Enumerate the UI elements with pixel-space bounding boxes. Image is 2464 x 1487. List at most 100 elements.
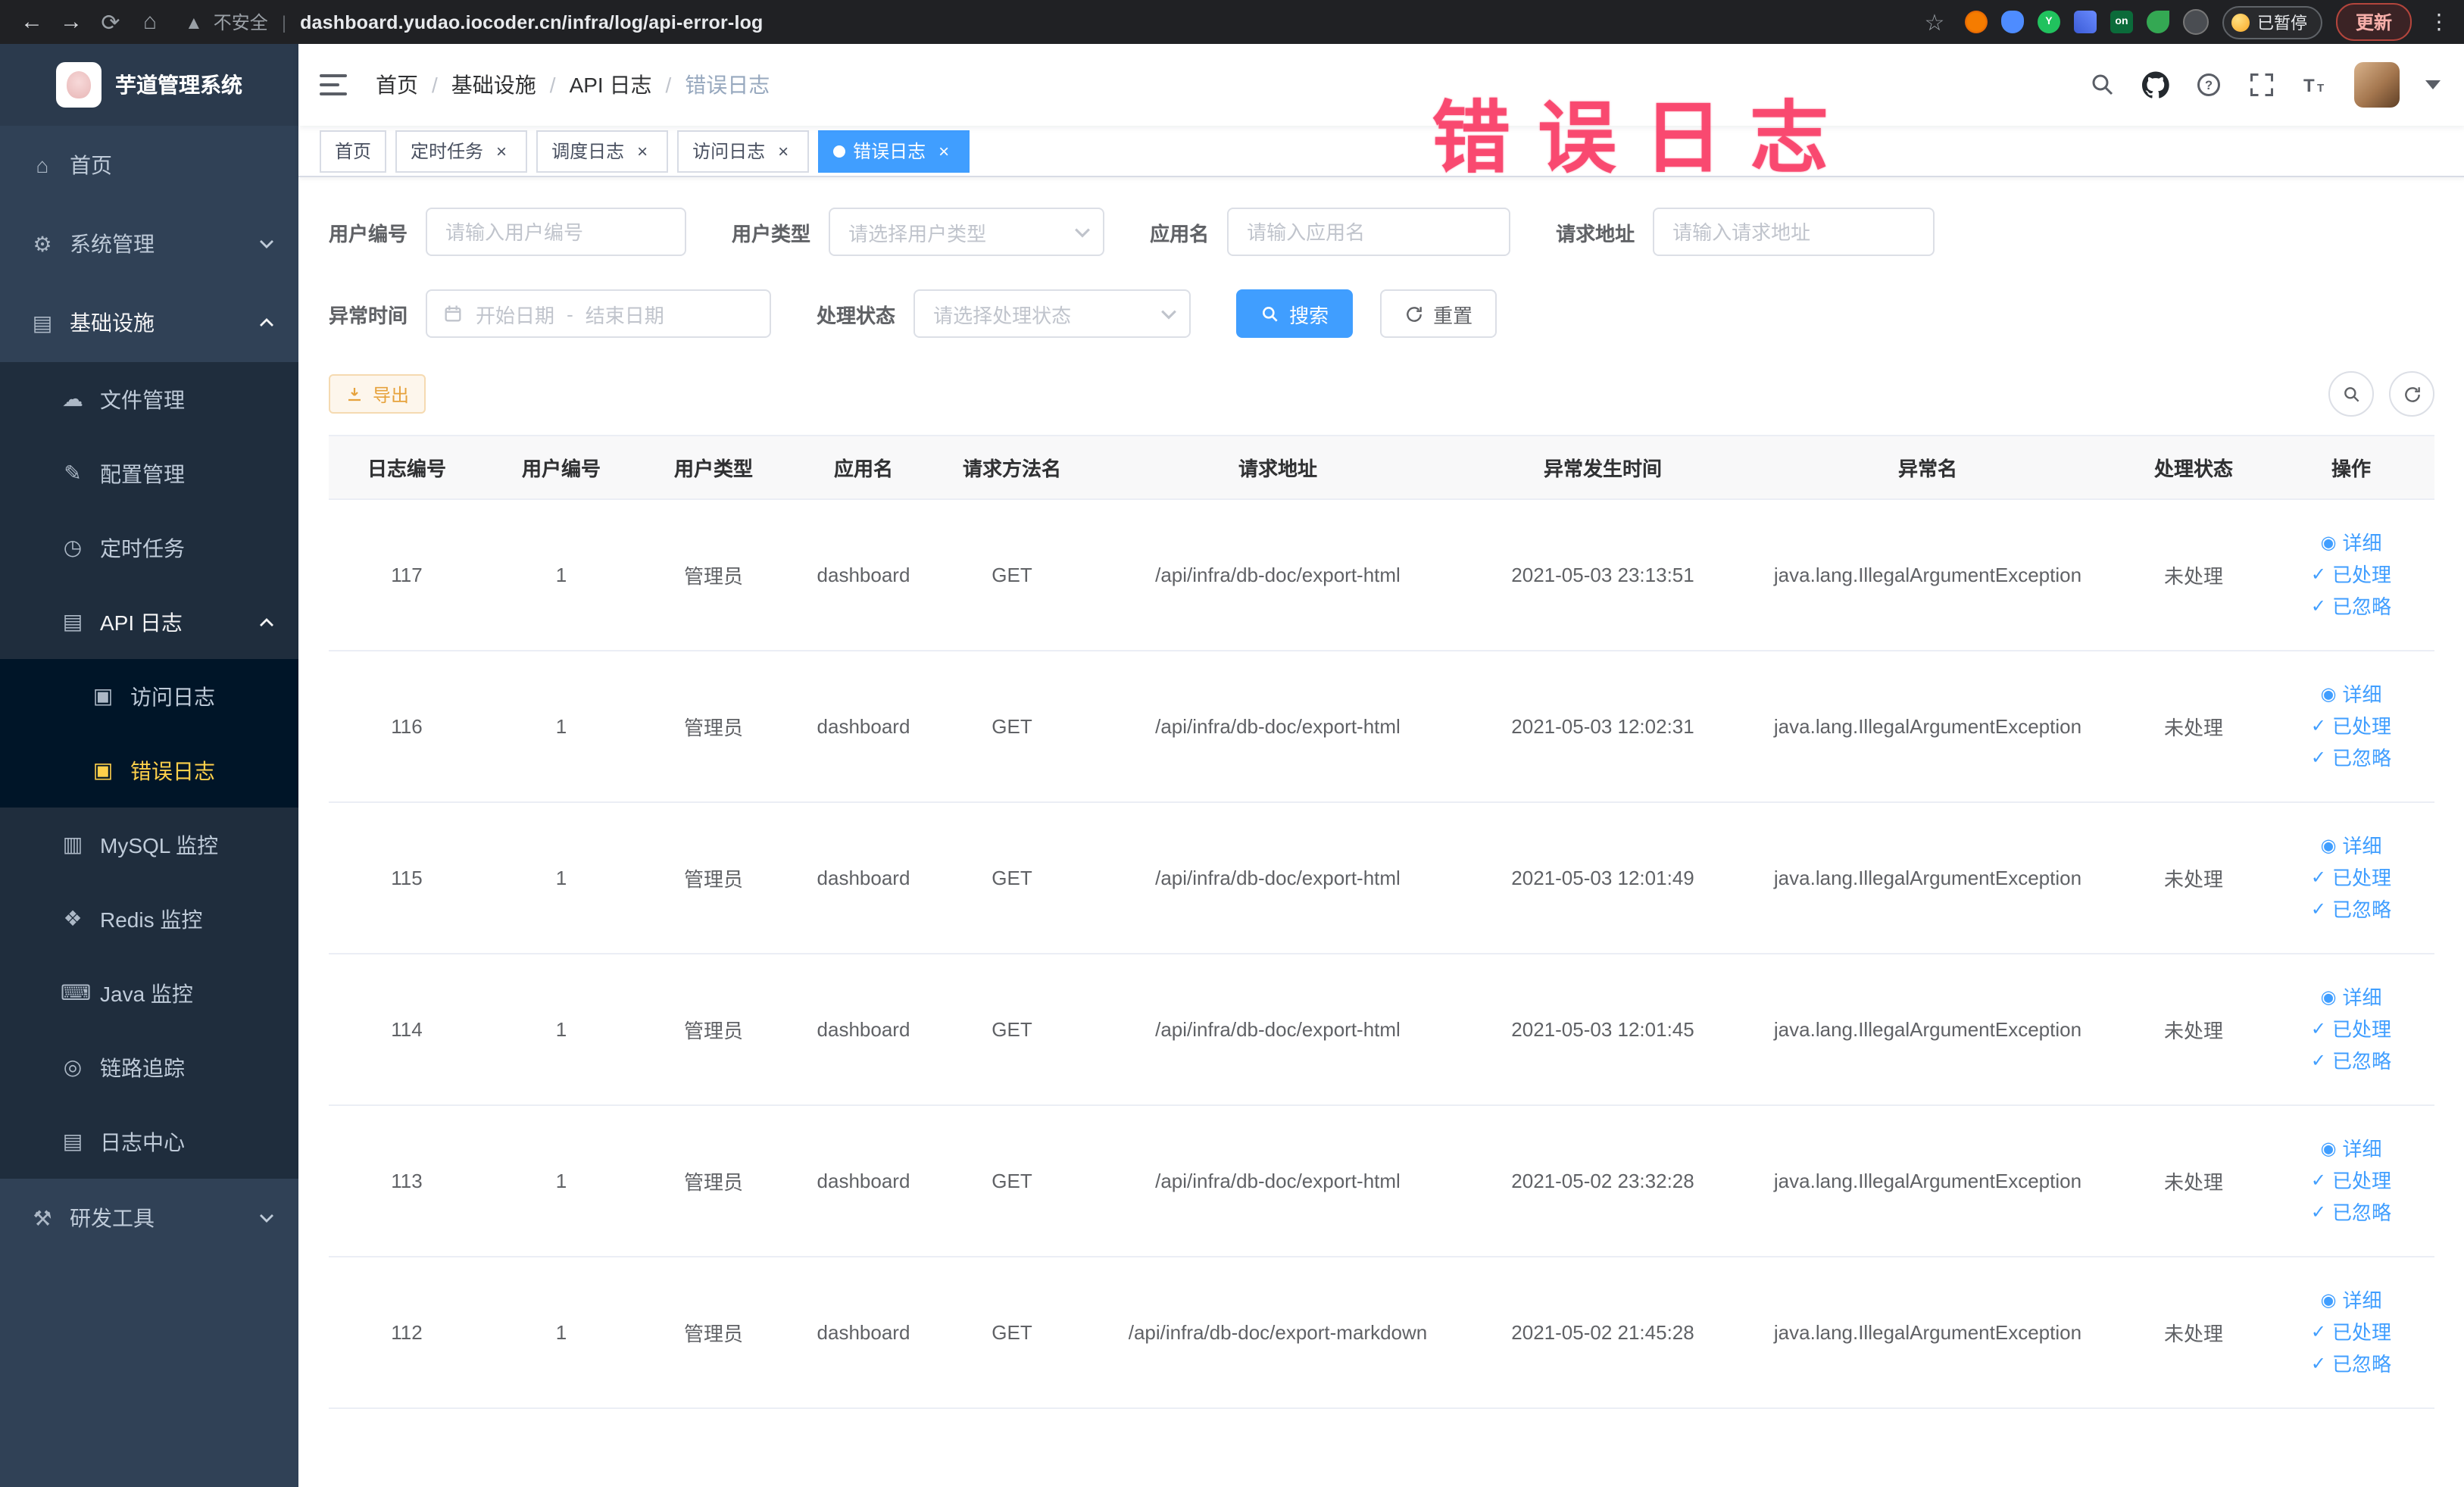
breadcrumb-home[interactable]: 首页 (376, 70, 418, 100)
update-button[interactable]: 更新 (2335, 3, 2412, 41)
address-bar[interactable]: ▲ 不安全 | dashboard.yudao.iocoder.cn/infra… (185, 9, 1912, 35)
tab-scheduled-jobs[interactable]: 定时任务 × (395, 130, 528, 172)
sidebar-item-access-log[interactable]: ▣ 访问日志 (0, 659, 298, 733)
tab-schedule-log[interactable]: 调度日志 × (536, 130, 669, 172)
sidebar-item-scheduled-jobs[interactable]: ◷ 定时任务 (0, 511, 298, 585)
cell-user-type: 管理员 (638, 954, 789, 1106)
ignored-link[interactable]: ✓ 已忽略 (2277, 894, 2425, 926)
help-icon[interactable]: ? (2195, 71, 2222, 98)
sidebar-item-java-monitor[interactable]: ⌨ Java 监控 (0, 956, 298, 1030)
close-tab-icon[interactable]: × (491, 140, 512, 161)
cell-status: 未处理 (2119, 954, 2268, 1106)
check-icon: ✓ (2310, 715, 2327, 736)
export-button[interactable]: 导出 (329, 374, 426, 414)
sidebar-item-infra[interactable]: ▤ 基础设施 (0, 283, 298, 362)
refresh-table-button[interactable] (2389, 371, 2434, 417)
sidebar-item-home[interactable]: ⌂ 首页 (0, 126, 298, 205)
hamburger-icon[interactable] (320, 70, 350, 100)
cell-status: 未处理 (2119, 499, 2268, 651)
table-row: 113 1 管理员 dashboard GET /api/infra/db-do… (329, 1105, 2434, 1257)
ignored-link[interactable]: ✓ 已忽略 (2277, 591, 2425, 623)
fullscreen-icon[interactable] (2248, 71, 2275, 98)
process-status-select[interactable]: 请选择处理状态 (913, 289, 1191, 338)
search-icon[interactable] (2089, 71, 2116, 98)
detail-link[interactable]: ◉ 详细 (2277, 527, 2425, 559)
back-icon[interactable]: ← (15, 5, 48, 39)
user-type-select[interactable]: 请选择用户类型 (829, 208, 1105, 256)
ignored-link[interactable]: ✓ 已忽略 (2277, 1197, 2425, 1229)
extension-icon[interactable] (2073, 11, 2097, 33)
sidebar-item-system[interactable]: ⚙ 系统管理 (0, 205, 298, 283)
ignored-link[interactable]: ✓ 已忽略 (2277, 1045, 2425, 1077)
home-icon[interactable]: ⌂ (133, 5, 167, 39)
breadcrumb-infra[interactable]: 基础设施 (451, 70, 536, 100)
tab-error-log[interactable]: 错误日志 × (818, 130, 970, 172)
extension-icon[interactable] (2000, 11, 2024, 33)
infra-icon: ▤ (32, 310, 53, 334)
close-tab-icon[interactable]: × (773, 140, 794, 161)
sidebar-item-tracing[interactable]: ◎ 链路追踪 (0, 1030, 298, 1104)
processed-link[interactable]: ✓ 已处理 (2277, 1165, 2425, 1197)
detail-link[interactable]: ◉ 详细 (2277, 982, 2425, 1014)
browser-menu-icon[interactable]: ⋮ (2428, 9, 2450, 35)
reset-button[interactable]: 重置 (1380, 289, 1497, 338)
reload-icon[interactable]: ⟳ (94, 5, 127, 39)
user-id-input[interactable] (426, 208, 687, 256)
app-name-input[interactable] (1227, 208, 1511, 256)
user-avatar[interactable] (2354, 62, 2400, 108)
processed-link[interactable]: ✓ 已处理 (2277, 711, 2425, 742)
forward-icon[interactable]: → (55, 5, 88, 39)
security-label: 不安全 (213, 12, 268, 33)
exception-time-range-picker[interactable]: 开始日期 - 结束日期 (426, 289, 772, 338)
processed-link[interactable]: ✓ 已处理 (2277, 1014, 2425, 1045)
end-date-placeholder: 结束日期 (585, 304, 664, 326)
table-row: 114 1 管理员 dashboard GET /api/infra/db-do… (329, 954, 2434, 1106)
tools-icon: ⚒ (33, 1205, 52, 1229)
request-url-input[interactable] (1653, 208, 1935, 256)
processed-link[interactable]: ✓ 已处理 (2277, 1317, 2425, 1348)
extension-icon[interactable] (2182, 9, 2209, 35)
ignored-link[interactable]: ✓ 已忽略 (2277, 742, 2425, 774)
close-tab-icon[interactable]: × (632, 140, 653, 161)
font-size-icon[interactable]: TT (2301, 71, 2328, 98)
detail-link[interactable]: ◉ 详细 (2277, 679, 2425, 711)
extension-icon[interactable] (1964, 11, 1988, 33)
sidebar-item-api-log[interactable]: ▤ API 日志 (0, 585, 298, 659)
extension-icon[interactable]: Y (2037, 11, 2060, 33)
process-status-label: 处理状态 (817, 304, 896, 326)
app-logo[interactable]: 芋道管理系统 (0, 44, 298, 126)
eye-icon: ◉ (2320, 532, 2337, 553)
sidebar-item-error-log[interactable]: ▣ 错误日志 (0, 733, 298, 808)
download-icon (348, 388, 361, 401)
processed-link[interactable]: ✓ 已处理 (2277, 862, 2425, 894)
extension-icon[interactable]: on (2110, 11, 2133, 33)
tab-access-log[interactable]: 访问日志 × (677, 130, 810, 172)
close-tab-icon[interactable]: × (933, 140, 954, 161)
sidebar-item-mysql-monitor[interactable]: ▥ MySQL 监控 (0, 808, 298, 882)
cell-exception: java.lang.IllegalArgumentException (1736, 651, 2119, 803)
sidebar: 芋道管理系统 ⌂ 首页 ⚙ 系统管理 ▤ 基础设施 ☁ 文件管理 ✎ 配置管理 … (0, 44, 298, 1487)
sidebar-item-dev-tools[interactable]: ⚒ 研发工具 (0, 1179, 298, 1257)
sidebar-item-config-management[interactable]: ✎ 配置管理 (0, 436, 298, 511)
detail-link[interactable]: ◉ 详细 (2277, 1133, 2425, 1165)
bookmark-star-icon[interactable]: ☆ (1918, 5, 1951, 39)
table-row: 117 1 管理员 dashboard GET /api/infra/db-do… (329, 499, 2434, 651)
sidebar-item-log-center[interactable]: ▤ 日志中心 (0, 1104, 298, 1179)
detail-link[interactable]: ◉ 详细 (2277, 1285, 2425, 1317)
github-icon[interactable] (2142, 71, 2169, 98)
tab-home[interactable]: 首页 (320, 130, 387, 172)
toggle-search-button[interactable] (2328, 371, 2374, 417)
extension-icon[interactable] (2146, 11, 2169, 33)
cell-app: dashboard (789, 1257, 938, 1409)
sidebar-item-redis-monitor[interactable]: ❖ Redis 监控 (0, 882, 298, 956)
detail-link[interactable]: ◉ 详细 (2277, 830, 2425, 862)
breadcrumb-api-log[interactable]: API 日志 (570, 70, 652, 100)
processed-link[interactable]: ✓ 已处理 (2277, 559, 2425, 591)
search-button[interactable]: 搜索 (1236, 289, 1354, 338)
check-icon: ✓ (2310, 1050, 2327, 1071)
paused-badge[interactable]: 已暂停 (2222, 5, 2322, 39)
user-menu-caret-icon[interactable] (2425, 80, 2441, 89)
ignored-link[interactable]: ✓ 已忽略 (2277, 1348, 2425, 1380)
sidebar-item-file-management[interactable]: ☁ 文件管理 (0, 362, 298, 436)
eye-icon: ◎ (63, 1054, 83, 1079)
